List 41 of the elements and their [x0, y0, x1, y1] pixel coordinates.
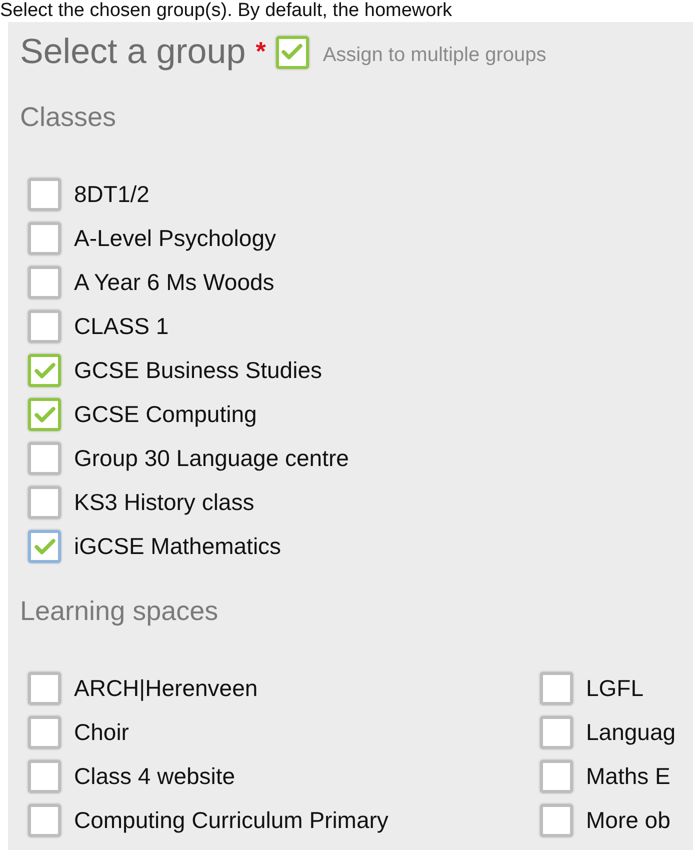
group-heading: Classes [20, 102, 118, 133]
checkbox-label: A-Level Psychology [74, 225, 276, 252]
checkbox[interactable] [276, 36, 309, 68]
checkbox[interactable] [540, 672, 573, 705]
checkbox[interactable] [28, 530, 61, 563]
checkbox-label: Maths E [586, 763, 670, 790]
checkbox-label: ARCH|Herenveen [74, 675, 258, 702]
group-heading: Learning spaces [20, 596, 220, 627]
checkbox-label: LGFL [586, 675, 644, 702]
checkbox-label: A Year 6 Ms Woods [74, 269, 274, 296]
checkbox-label: Computing Curriculum Primary [74, 807, 388, 834]
checkbox-label: Choir [74, 719, 129, 746]
checkbox-label: GCSE Business Studies [74, 357, 322, 384]
checkbox-label: 8DT1/2 [74, 181, 150, 208]
checkbox[interactable] [540, 804, 573, 837]
checkbox-label: More ob [586, 807, 670, 834]
section-title: Select a group [20, 32, 246, 72]
checkbox[interactable] [28, 672, 61, 705]
checkbox[interactable] [28, 804, 61, 837]
intro-text: Select the chosen group(s). By default, the homework [0, 0, 452, 22]
checkbox[interactable] [28, 222, 61, 255]
checkbox-label: iGCSE Mathematics [74, 533, 282, 560]
checkbox[interactable] [28, 398, 61, 431]
required-mark: * [256, 36, 266, 67]
checkbox[interactable] [28, 266, 61, 299]
checkbox-label: KS3 History class [74, 489, 254, 516]
checkbox-label: Assign to multiple groups [322, 44, 546, 66]
checkbox[interactable] [28, 716, 61, 749]
checkbox-label: Languag [586, 719, 676, 746]
checkbox-label: CLASS 1 [74, 313, 169, 340]
checkbox-label: GCSE Computing [74, 401, 257, 428]
checkbox[interactable] [28, 486, 61, 519]
checkbox-label: Group 30 Language centre [74, 445, 349, 472]
checkbox[interactable] [28, 354, 61, 387]
checkbox-label: Class 4 website [74, 763, 236, 790]
checkbox[interactable] [28, 178, 61, 211]
checkbox[interactable] [540, 760, 573, 793]
checkbox[interactable] [540, 716, 573, 749]
checkbox[interactable] [28, 310, 61, 343]
checkbox[interactable] [28, 442, 61, 475]
checkbox[interactable] [28, 760, 61, 793]
